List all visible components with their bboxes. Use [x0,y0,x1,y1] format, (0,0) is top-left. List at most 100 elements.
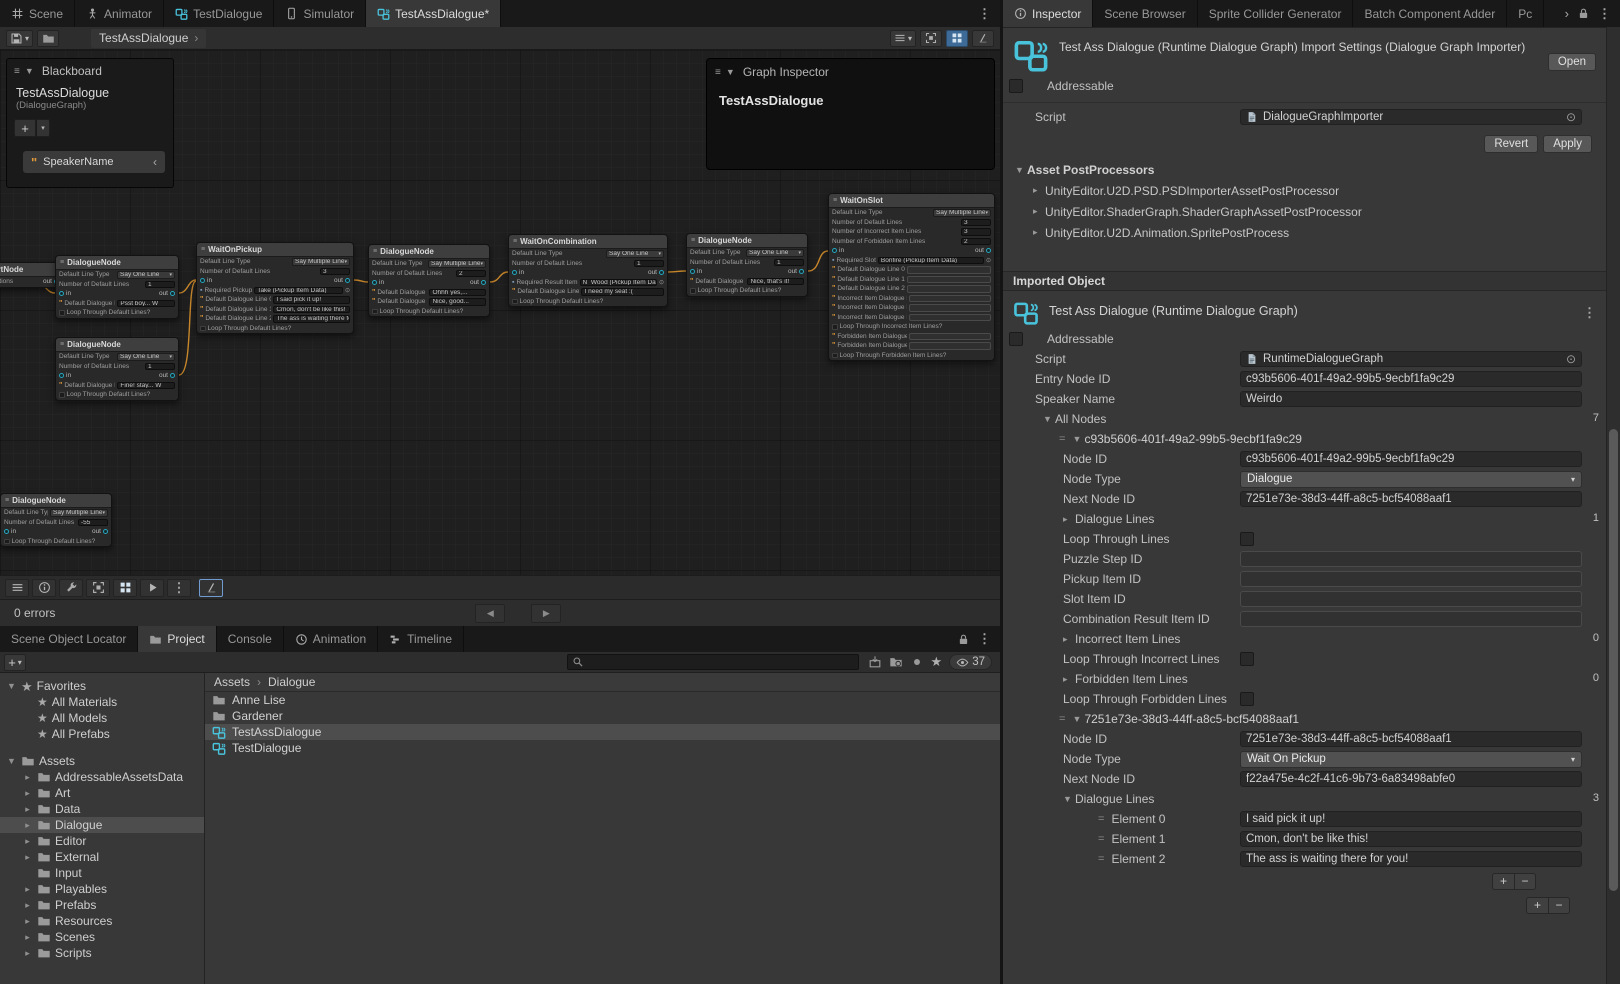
foldout-arrow-icon[interactable]: ▼ [1072,714,1084,724]
node-title[interactable]: ≡DialogueNode [56,338,178,352]
text-field[interactable]: Cmon, don't be like this! [1240,831,1582,847]
expand-arrow-icon[interactable]: ▸ [22,916,33,927]
expand-arrow-icon[interactable]: ▸ [22,804,33,815]
editor-tab-testassdialogue[interactable]: TestAssDialogue* [366,0,501,27]
editor-tab-scene[interactable]: Scene [0,0,75,27]
node-text-field[interactable]: The ass is waiting there for you! [273,315,350,323]
blackboard-add-button[interactable]: + [14,119,36,137]
expand-arrow-icon[interactable]: ▸ [22,836,33,847]
panel-tab-timeline[interactable]: Timeline [378,626,464,652]
input-port[interactable] [59,291,64,296]
node-object-field[interactable]: Take (Pickup Item Data) [254,287,343,295]
node-text-field[interactable] [907,276,991,284]
field-collapse-icon[interactable]: ‹ [153,155,157,169]
node-dropdown[interactable]: Say Multiple Lines▾ [50,509,108,517]
tree-item-assets[interactable]: ▼Assets [0,753,204,769]
node-text-field[interactable] [909,333,991,341]
node-dropdown[interactable]: Say Multiple Lines▾ [292,258,350,266]
node-title[interactable]: ≡DialogueNode [1,494,111,508]
importer-addressable-checkbox[interactable] [1009,79,1023,93]
output-port[interactable] [170,373,175,378]
node-checkbox[interactable] [512,299,518,305]
postprocessor-unityeditor-u2d-animation-spritepostprocess[interactable]: ▸UnityEditor.U2D.Animation.SpritePostPro… [1003,222,1606,243]
foldout-arrow-icon[interactable]: ▼ [1072,434,1084,444]
object-field[interactable]: RuntimeDialogueGraph⊙ [1240,351,1582,367]
tree-item-dialogue[interactable]: ▸Dialogue [0,817,204,833]
editor-tab-simulator[interactable]: Simulator [274,0,366,27]
node-text-field[interactable] [909,295,991,303]
blackboard-toggle-button[interactable] [5,579,29,597]
node-number-field[interactable]: 3 [961,228,991,236]
graph-node-waitonpickup-3[interactable]: ≡WaitOnPickupDefault Line TypeSay Multip… [196,242,354,334]
node-checkbox[interactable] [832,324,838,330]
scrollbar-thumb[interactable] [1609,429,1618,891]
node-title[interactable]: ≡WaitOnPickup [197,243,353,257]
foldout-arrow-icon[interactable]: ▼ [1063,794,1075,804]
output-port[interactable] [481,280,486,285]
foldout-arrow-icon[interactable]: ▸ [1063,674,1075,685]
tree-item-favorites[interactable]: ▼★Favorites [0,678,204,694]
input-port[interactable] [4,529,9,534]
input-port[interactable] [690,269,695,274]
node-number-field[interactable]: 3 [320,268,350,276]
node-text-field[interactable] [909,304,991,312]
blackboard-fold-icon[interactable]: ▼ [25,66,37,76]
remove-element-button[interactable]: − [1514,874,1535,889]
editor-tab-animator[interactable]: Animator [75,0,164,27]
object-picker-icon[interactable]: ⊙ [1566,110,1576,125]
remove-element-button[interactable]: − [1548,898,1569,913]
node-title[interactable]: ≡WaitOnSlot [829,194,994,208]
node-number-field[interactable]: 1 [634,260,664,268]
drag-handle-icon[interactable]: = [1059,713,1065,725]
output-port[interactable] [799,269,804,274]
object-picker-icon[interactable]: ⊙ [1566,352,1576,367]
input-port[interactable] [200,278,205,283]
asset-item-gardener[interactable]: Gardener [205,708,1000,724]
expand-arrow-icon[interactable]: ▸ [22,900,33,911]
node-dropdown[interactable]: Say Multiple Lines▾ [428,260,486,268]
blackboard-menu-icon[interactable]: ≡ [14,66,20,77]
inspector-tab-scene-browser[interactable]: Scene Browser [1093,0,1197,27]
inspector-tab-sprite-collider-generator[interactable]: Sprite Collider Generator [1198,0,1354,27]
node-text-field[interactable]: Fine! stay... W [117,382,175,390]
asset-item-testdialogue[interactable]: TestDialogue [205,740,1000,756]
node-checkbox[interactable] [4,539,10,545]
importer-script-field[interactable]: DialogueGraphImporter ⊙ [1240,109,1582,125]
node-entry-c93b5606[interactable]: =▼c93b5606-401f-49a2-99b5-9ecbf1fa9c29 [1003,429,1606,449]
breadcrumb-assets[interactable]: Assets [214,675,250,689]
postprocessor-unityeditor-shadergraph-shadergraphassetpostprocessor[interactable]: ▸UnityEditor.ShaderGraph.ShaderGraphAsse… [1003,201,1606,222]
open-button[interactable]: Open [1548,53,1596,71]
text-field[interactable]: c93b5606-401f-49a2-99b5-9ecbf1fa9c29 [1240,451,1582,467]
node-number-field[interactable]: 1 [145,363,175,371]
node-text-field[interactable]: Psst boy... W [117,300,175,308]
expand-arrow-icon[interactable]: ▸ [22,932,33,943]
input-port[interactable] [832,248,837,253]
project-menu-icon[interactable]: ⋮ [978,631,991,647]
project-search-input[interactable] [567,654,859,670]
tree-item-external[interactable]: ▸External [0,849,204,865]
object-picker-icon[interactable]: ⊙ [345,287,350,294]
node-number-field[interactable]: 1 [774,259,804,267]
graph-inspector-menu-icon[interactable]: ≡ [715,67,721,78]
foldout-arrow-icon[interactable]: ▼ [1043,414,1055,424]
checkbox[interactable] [1240,652,1254,666]
node-object-field[interactable]: Bonfire (Pickup Item Data) [878,257,984,265]
node-dropdown[interactable]: Say Multiple Lines▾ [933,209,991,217]
tree-item-all-models[interactable]: ★All Models [0,710,204,726]
graph-node-dialoguenode-8[interactable]: ≡DialogueNodeDefault Line TypeSay Multip… [0,493,112,547]
tree-item-all-materials[interactable]: ★All Materials [0,694,204,710]
asset-item-anne-lise[interactable]: Anne Lise [205,692,1000,708]
expand-arrow-icon[interactable]: ▼ [6,681,17,691]
node-text-field[interactable]: Nice, good... [429,298,486,306]
node-number-field[interactable]: -55 [78,519,108,527]
node-title[interactable]: ≡DialogueNode [56,256,178,270]
asset-postprocessors-foldout[interactable]: ▼ Asset PostProcessors [1003,159,1606,180]
expand-arrow-icon[interactable]: ▸ [22,788,33,799]
graph-node-dialoguenode-4[interactable]: ≡DialogueNodeDefault Line TypeSay Multip… [368,244,490,317]
tree-item-data[interactable]: ▸Data [0,801,204,817]
expand-arrow-icon[interactable]: ▸ [22,820,33,831]
inspector-tab-pc[interactable]: Pc [1507,0,1544,27]
inspector-scrollbar[interactable] [1606,27,1620,984]
checkbox[interactable] [1240,532,1254,546]
node-checkbox[interactable] [372,309,378,315]
